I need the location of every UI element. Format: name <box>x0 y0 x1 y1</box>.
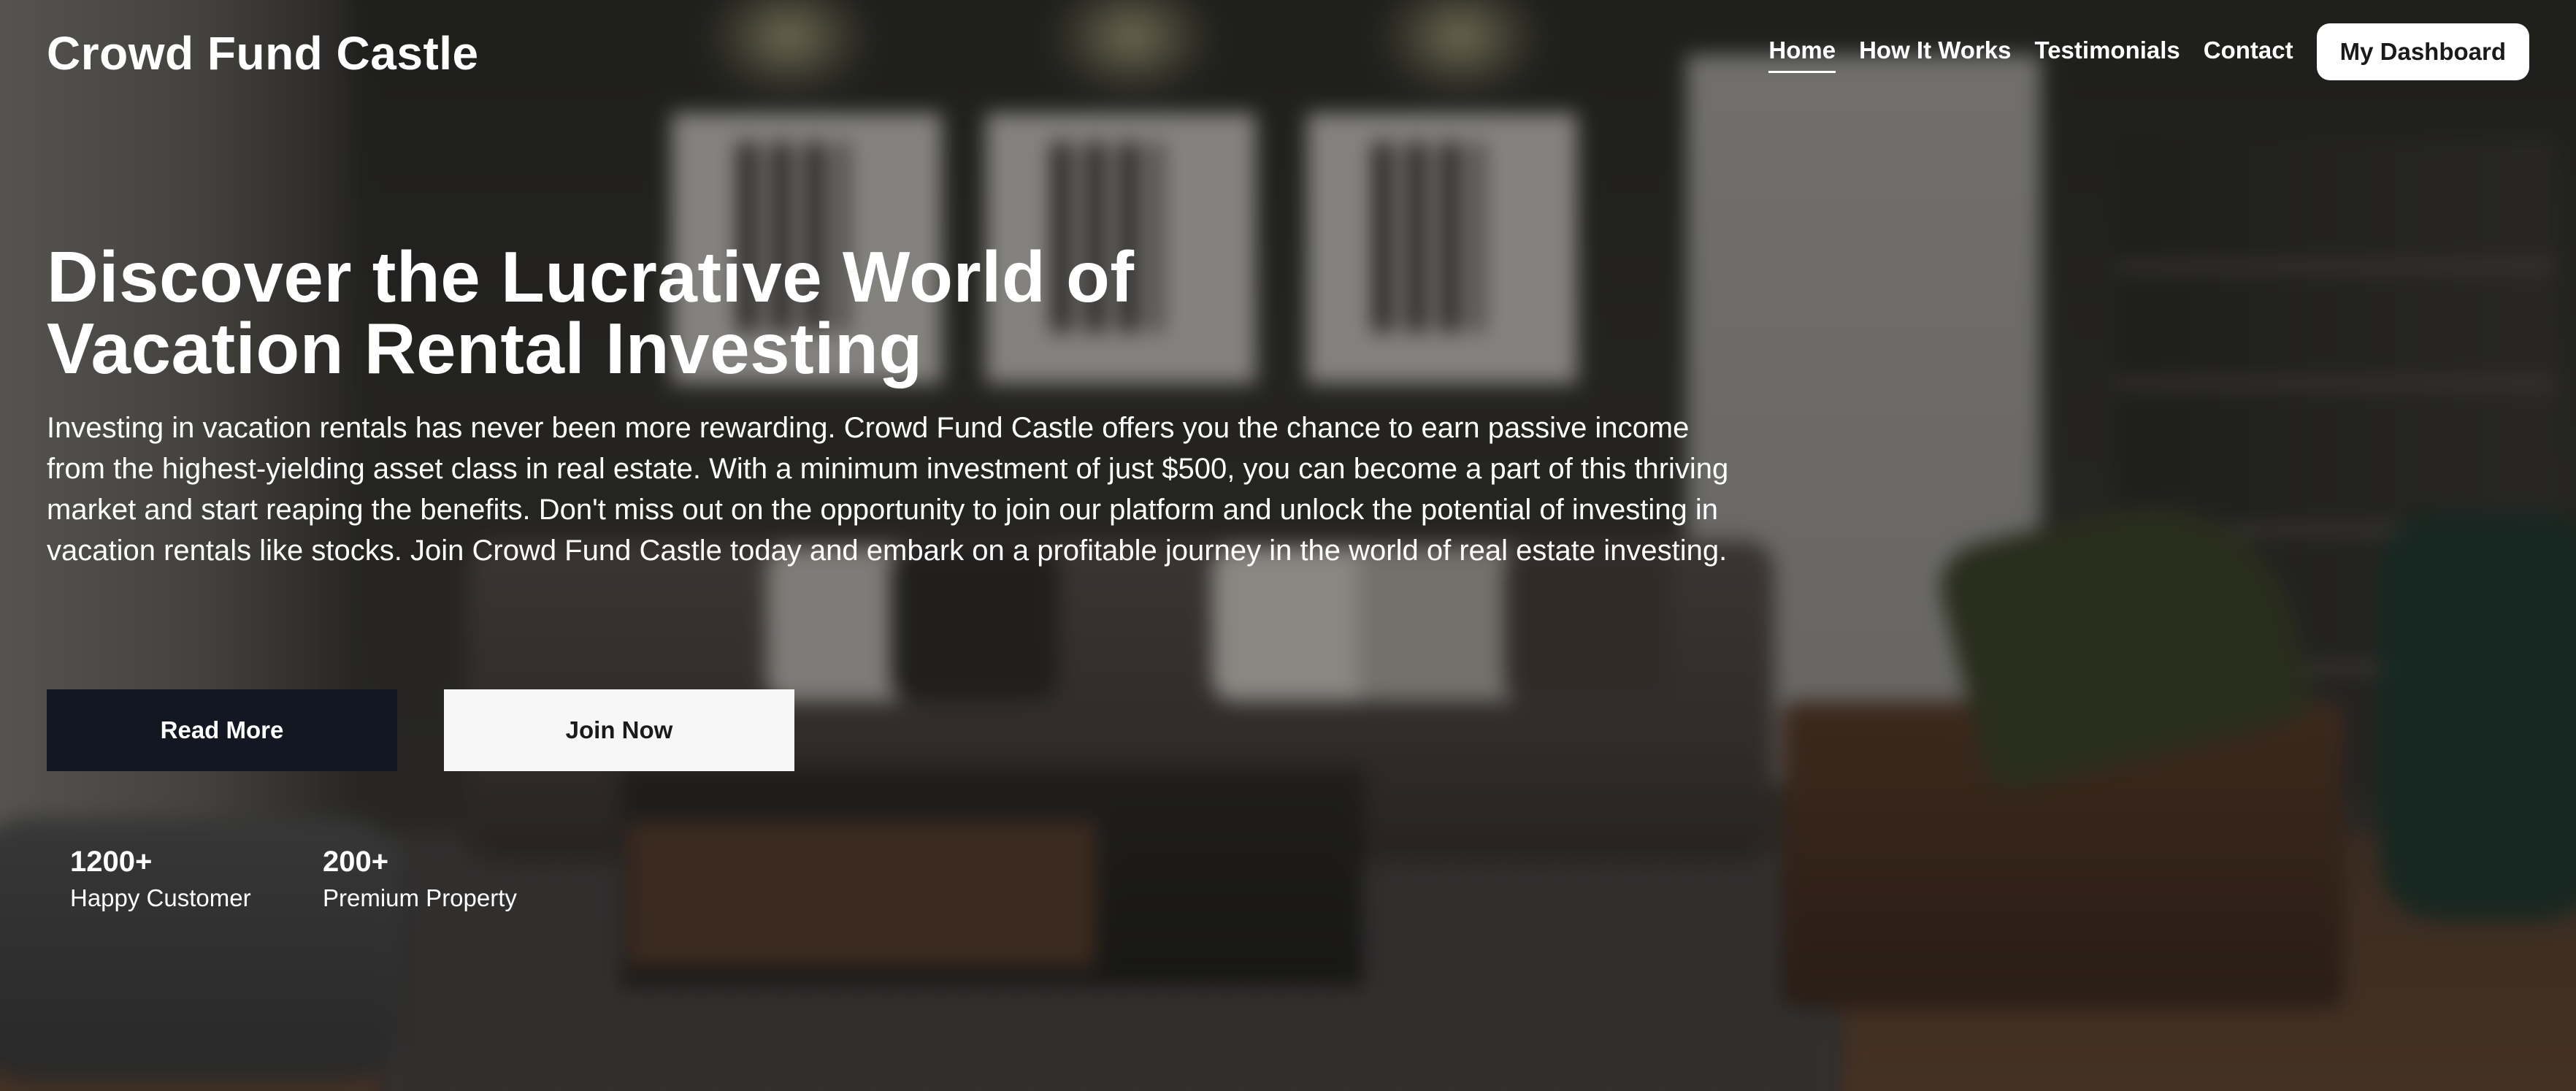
stat-value: 200+ <box>323 846 389 878</box>
hero-title: Discover the Lucrative World of Vacation… <box>47 241 1251 384</box>
hero-description: Investing in vacation rentals has never … <box>47 412 1729 567</box>
hero-title-line-1: Discover the Lucrative World of <box>47 237 1135 317</box>
stat-happy-customers: 1200+ Happy Customer <box>70 844 251 914</box>
main-nav: Home How It Works Testimonials Contact M… <box>1745 23 2529 80</box>
nav-home[interactable]: Home <box>1768 31 1836 73</box>
read-more-button[interactable]: Read More <box>47 689 397 771</box>
my-dashboard-button[interactable]: My Dashboard <box>2316 23 2529 80</box>
join-now-button[interactable]: Join Now <box>444 689 794 771</box>
hero-title-line-2: Vacation Rental Investing <box>47 308 923 388</box>
stat-value: 1200+ <box>70 846 153 878</box>
nav-testimonials[interactable]: Testimonials <box>2035 31 2180 73</box>
stat-label: Premium Property <box>323 884 517 911</box>
stat-premium-properties: 200+ Premium Property <box>323 844 517 914</box>
brand-logo[interactable]: Crowd Fund Castle <box>47 26 479 80</box>
nav-contact[interactable]: Contact <box>2204 31 2293 73</box>
nav-how-it-works[interactable]: How It Works <box>1859 31 2011 73</box>
stat-label: Happy Customer <box>70 884 251 911</box>
